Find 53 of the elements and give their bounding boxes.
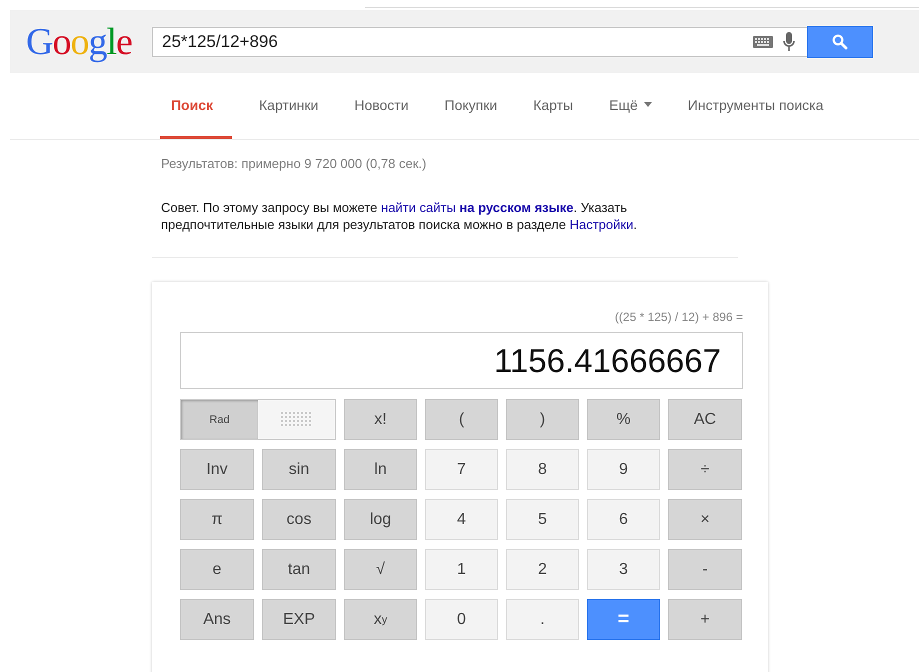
search-tab[interactable]: Картинки (241, 73, 336, 139)
calculator-key[interactable]: ln (344, 449, 417, 490)
calculator-key[interactable]: x! (344, 399, 417, 440)
link[interactable]: найти сайты на русском языке (381, 200, 574, 215)
calculator-key[interactable]: 0 (425, 599, 498, 640)
search-tab[interactable]: Новости (336, 73, 427, 139)
search-tab[interactable]: Покупки (426, 73, 516, 139)
calculator-key[interactable]: % (587, 399, 660, 440)
search-icon (832, 34, 848, 50)
calculator-key[interactable]: 9 (587, 449, 660, 490)
calculator-key[interactable]: ) (506, 399, 579, 440)
calculator-key[interactable]: √ (344, 549, 417, 590)
calculator-key[interactable]: sin (262, 449, 336, 490)
calculator-key[interactable]: π (180, 499, 254, 540)
calculator-key[interactable]: e (180, 549, 254, 590)
calculator-key[interactable]: Ans (180, 599, 254, 640)
results-count: Результатов: примерно 9 720 000 (0,78 сек.) (161, 156, 428, 171)
calculator-key[interactable]: . (506, 599, 579, 640)
calculator-key[interactable]: × (668, 499, 742, 540)
calculator-key[interactable]: 8 (506, 449, 579, 490)
keyboard-icon[interactable] (753, 36, 773, 48)
dots-icon (281, 412, 312, 427)
search-tab[interactable]: Карты (515, 73, 592, 139)
search-tab[interactable]: Инструменты поиска (670, 73, 842, 139)
calculator-key[interactable]: Inv (180, 449, 254, 490)
calculator-display: 1156.41666667 (180, 332, 743, 389)
search-tab[interactable]: Ещё (591, 73, 670, 139)
calculator-key[interactable]: AC (668, 399, 742, 440)
calculator-key[interactable]: 4 (425, 499, 498, 540)
calculator-key[interactable]: ( (425, 399, 498, 440)
google-logo[interactable]: Google (26, 20, 152, 64)
calculator-key[interactable]: 6 (587, 499, 660, 540)
calculator-key[interactable]: EXP (262, 599, 336, 640)
calculator-key[interactable]: 5 (506, 499, 579, 540)
calculator-key[interactable]: 7 (425, 449, 498, 490)
link[interactable]: Настройки (570, 217, 634, 232)
calculator-key[interactable]: tan (262, 549, 336, 590)
search-button[interactable] (807, 26, 873, 58)
calculator-key[interactable]: 1 (425, 549, 498, 590)
calculator-key[interactable]: 3 (587, 549, 660, 590)
calculator-key[interactable]: + (668, 599, 742, 640)
calculator-expression: ((25 * 125) / 12) + 896 = (614, 310, 743, 324)
calculator-key[interactable]: ÷ (668, 449, 742, 490)
calculator-key[interactable]: cos (262, 499, 336, 540)
tip-text: Совет. По этому запросу вы можете найти сайты на русском языке. Указать предпочтительные языки для результатов поиска можно в разделе Настройки. (161, 199, 638, 233)
calculator-key[interactable]: - (668, 549, 742, 590)
calculator-key[interactable]: 2 (506, 549, 579, 590)
caret-icon (644, 102, 652, 107)
rad-button[interactable]: Rad (180, 399, 258, 440)
microphone-icon[interactable] (783, 32, 795, 52)
calculator-key[interactable]: log (344, 499, 417, 540)
search-tab[interactable]: Поиск (160, 73, 232, 139)
search-field[interactable]: 25*125/12+896 (152, 26, 807, 56)
